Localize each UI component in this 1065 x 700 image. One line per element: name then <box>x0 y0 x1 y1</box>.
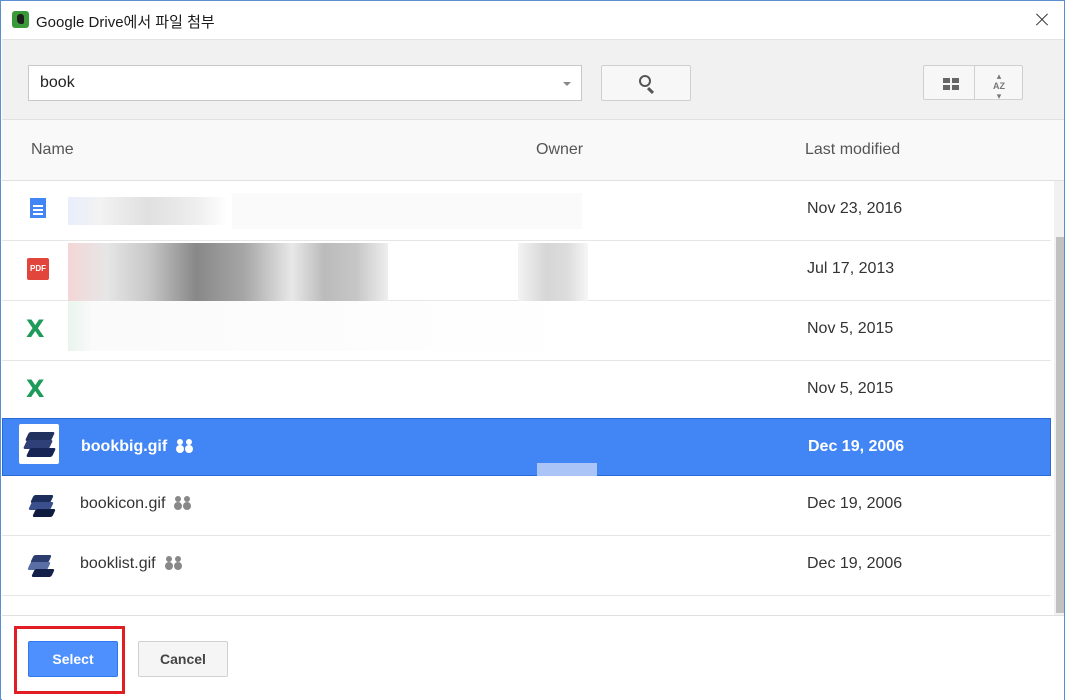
scrollbar[interactable] <box>1054 181 1064 615</box>
file-name: bookbig.gif <box>81 438 199 456</box>
redacted-name <box>68 243 388 307</box>
file-modified: Dec 19, 2006 <box>808 438 905 455</box>
file-name: booklist.gif <box>80 555 188 573</box>
file-modified: Dec 19, 2006 <box>807 495 903 512</box>
footer: Select Cancel <box>2 615 1064 700</box>
title-bar: Google Drive에서 파일 첨부 <box>1 1 1064 39</box>
file-name-text: bookicon.gif <box>80 495 166 512</box>
grid-icon <box>943 78 959 90</box>
sort-az-icon: ▴ AZ ▾ <box>993 71 1005 101</box>
image-icon <box>26 551 56 581</box>
evernote-icon <box>12 11 29 28</box>
column-header: Name Owner Last modified <box>2 120 1064 181</box>
image-icon <box>19 424 59 464</box>
file-modified: Jul 17, 2013 <box>807 260 895 277</box>
window-title: Google Drive에서 파일 첨부 <box>36 14 215 31</box>
image-icon <box>26 491 56 521</box>
column-name[interactable]: Name <box>31 141 74 159</box>
sort-button[interactable]: ▴ AZ ▾ <box>975 65 1023 101</box>
column-owner[interactable]: Owner <box>536 141 583 159</box>
google-doc-icon <box>26 196 56 226</box>
file-name-text: bookbig.gif <box>81 438 168 455</box>
pdf-icon: PDF <box>26 256 56 286</box>
toolbar: ▴AZ▾ <box>2 39 1064 120</box>
shared-people-icon <box>177 438 199 451</box>
search-input[interactable] <box>29 66 549 100</box>
scrollbar-thumb[interactable] <box>1056 237 1064 613</box>
column-last-modified[interactable]: Last modified <box>805 141 900 159</box>
file-row-selected[interactable]: bookbig.gif Dec 19, 2006 <box>2 418 1051 477</box>
close-button[interactable] <box>1018 1 1064 39</box>
file-modified: Dec 19, 2006 <box>807 555 903 572</box>
search-icon <box>639 75 651 87</box>
dropdown-arrow-icon[interactable] <box>563 82 571 86</box>
redacted-name <box>68 301 588 351</box>
redacted-name <box>68 197 228 225</box>
file-modified: Nov 5, 2015 <box>807 320 894 337</box>
file-row[interactable]: X Nov 5, 2015 <box>2 301 1051 361</box>
file-list: Nov 23, 2016 PDF Jul 17, 2013 X Nov 5, 2… <box>2 181 1055 615</box>
file-modified: Nov 23, 2016 <box>807 200 903 217</box>
file-row[interactable]: bookicon.gif Dec 19, 2006 <box>2 476 1051 536</box>
file-row[interactable]: booklist.gif Dec 19, 2006 <box>2 536 1051 596</box>
shared-people-icon <box>175 495 197 508</box>
redacted-owner <box>537 463 597 477</box>
file-row[interactable]: PDF Jul 17, 2013 <box>2 241 1051 307</box>
cancel-button[interactable]: Cancel <box>138 641 228 677</box>
redacted-owner <box>518 243 588 307</box>
file-row[interactable]: X Nov 5, 2015 <box>2 361 1051 421</box>
grid-view-button[interactable] <box>923 65 975 100</box>
file-name: bookicon.gif <box>80 495 197 513</box>
file-name-text: booklist.gif <box>80 555 156 572</box>
search-button[interactable] <box>601 65 691 101</box>
file-modified: Nov 5, 2015 <box>807 380 894 397</box>
file-row[interactable]: Nov 23, 2016 <box>2 181 1051 241</box>
sheets-icon: X <box>26 375 45 403</box>
sheets-icon: X <box>26 315 45 343</box>
shared-people-icon <box>165 555 188 568</box>
dialog-window: Google Drive에서 파일 첨부 ▴AZ▾ Name Owner Las… <box>0 0 1065 700</box>
search-field[interactable] <box>28 65 582 101</box>
highlight-annotation <box>14 626 125 694</box>
redacted-owner <box>232 193 582 229</box>
